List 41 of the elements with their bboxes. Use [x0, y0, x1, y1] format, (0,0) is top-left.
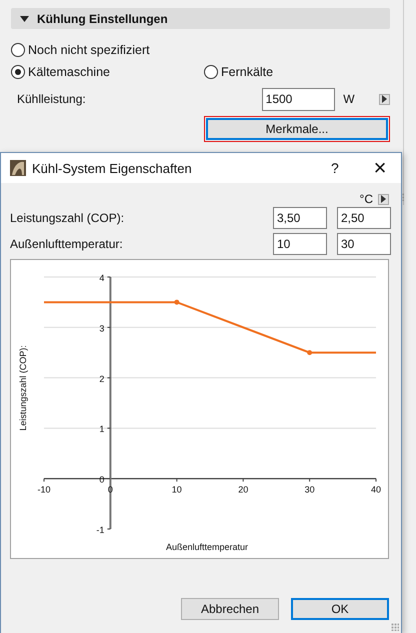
field-label: Außenlufttemperatur: [10, 237, 124, 251]
help-button[interactable]: ? [331, 160, 359, 176]
radio-option[interactable]: Fernkälte [204, 61, 274, 83]
expand-arrow-icon [20, 16, 29, 22]
x-tick-label: 0 [108, 484, 113, 495]
x-tick-label: 40 [371, 484, 381, 495]
section-header[interactable]: Kühlung Einstellungen [11, 8, 390, 29]
value-field[interactable]: 2,50 [337, 207, 391, 229]
value-field[interactable]: 10 [273, 233, 327, 255]
y-tick-label: 1 [99, 424, 104, 434]
x-tick-label: -10 [38, 484, 50, 495]
section-title: Kühlung Einstellungen [37, 12, 168, 26]
field-label: Leistungszahl (COP): [10, 211, 126, 225]
y-tick-label: 2 [99, 374, 104, 384]
dialog-button[interactable]: OK [291, 598, 389, 620]
dialog-button[interactable]: Abbrechen [181, 598, 279, 620]
x-tick-label: 10 [172, 484, 182, 495]
y-tick-label: 4 [99, 273, 104, 283]
unit-label: W [343, 92, 356, 106]
data-point[interactable] [174, 300, 180, 305]
resize-grip-icon [391, 623, 399, 631]
value-field[interactable]: 30 [337, 233, 391, 255]
value-field[interactable]: 3,50 [273, 207, 327, 229]
x-tick-label: 20 [238, 484, 248, 495]
x-axis-title: Außenlufttemperatur [166, 542, 248, 552]
radio-option[interactable]: Kältemaschine [11, 61, 204, 83]
dialog-title: Kühl-System Eigenschaften [32, 160, 193, 176]
unit-menu-button[interactable] [378, 194, 389, 204]
data-point[interactable] [307, 350, 312, 356]
y-axis-title: Leistungszahl (COP): [18, 345, 28, 431]
unit-label: °C [360, 192, 373, 206]
field-label: Kühlleistung: [17, 92, 87, 106]
y-tick-label: 3 [99, 323, 104, 334]
close-button[interactable]: × [359, 155, 401, 181]
capacity-field[interactable]: 1500 [262, 88, 336, 110]
properties-button[interactable]: Merkmale... [206, 118, 388, 140]
x-tick-label: 30 [304, 484, 315, 495]
app-icon [10, 160, 26, 176]
y-tick-label: -1 [96, 525, 104, 535]
unit-menu-button[interactable] [379, 94, 390, 104]
radio-option[interactable]: Noch nicht spezifiziert [11, 39, 390, 61]
